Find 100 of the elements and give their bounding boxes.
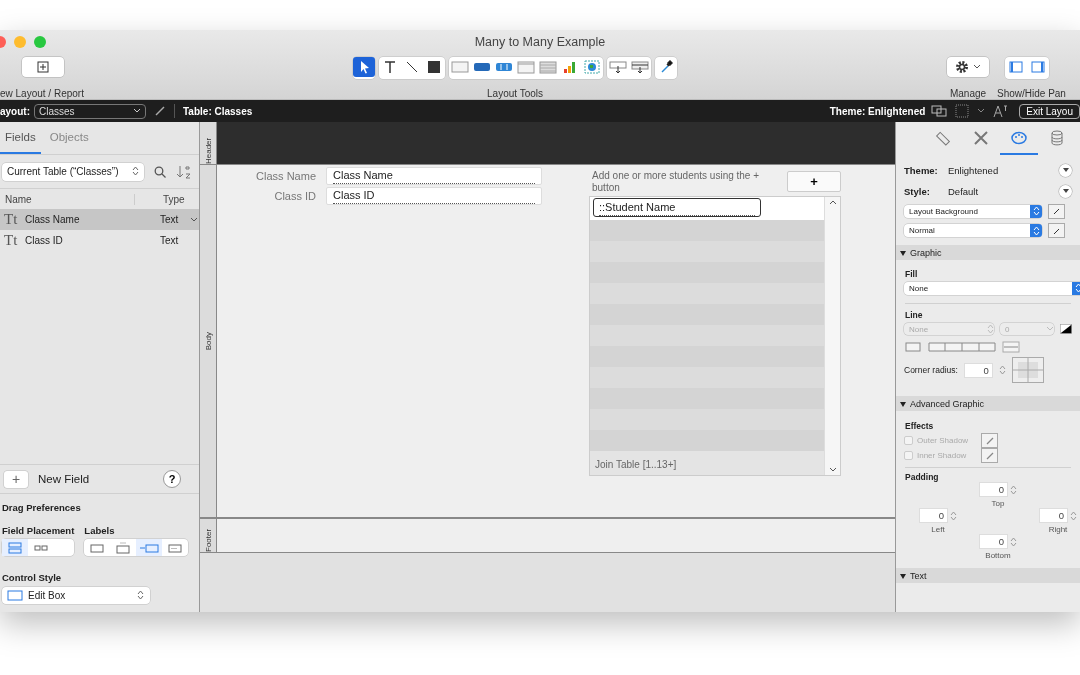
padding-field[interactable]: 0 (979, 534, 1008, 549)
toolbar-label: Manage (949, 88, 987, 99)
field-row[interactable]: Tt Class Name Text (0, 209, 199, 230)
stepper-icon (1032, 206, 1040, 216)
column-header: Type (162, 193, 186, 205)
globe-icon (584, 60, 600, 74)
toolbar-label: Layout Tools (487, 88, 543, 99)
overlap-icon (931, 105, 948, 117)
section-header[interactable]: Text (896, 568, 1080, 583)
corner-radius-field[interactable]: 0 (963, 362, 993, 378)
left-pane-icon (1009, 61, 1023, 73)
padding-field[interactable]: 0 (979, 482, 1008, 497)
eyedropper-icon (1051, 206, 1062, 216)
field-label: Class ID (273, 190, 317, 202)
corner-radius-label: Corner radius: (904, 365, 958, 375)
layout-field[interactable]: Class ID (326, 187, 542, 205)
theme-menu-button[interactable] (1059, 163, 1072, 177)
stepper-icon (998, 365, 1006, 375)
field-label: Class Name (255, 170, 317, 182)
stepper-icon (132, 165, 139, 176)
eyedropper-button[interactable] (1048, 223, 1065, 238)
padding-field[interactable]: 0 (1039, 508, 1068, 523)
dropdown-triangle-icon (1062, 189, 1069, 193)
label-position-option[interactable] (136, 539, 163, 556)
new-field-button[interactable]: + (4, 470, 28, 488)
control-style-select[interactable]: Edit Box (2, 587, 150, 604)
stepper-icon (1010, 536, 1017, 547)
corner-grid-icon (1011, 357, 1044, 383)
label-left-icon (139, 542, 160, 553)
new-field-label: New Field (38, 473, 90, 485)
layout-select[interactable]: Classes (34, 103, 146, 119)
edit-box-icon (7, 590, 23, 601)
column-header: Name (0, 193, 135, 205)
pencil-icon (984, 450, 995, 461)
theme-label: Theme: (904, 164, 939, 176)
stepper-icon (1032, 225, 1040, 236)
object-select[interactable]: Layout Background (904, 204, 1042, 218)
table-select[interactable]: Current Table (“Classes”) (2, 162, 144, 181)
new-layout-button[interactable] (21, 57, 64, 77)
portal-field[interactable]: ::Student Name (593, 198, 761, 217)
layout-label: ayout: (0, 105, 30, 117)
padding-label: Right (1048, 525, 1068, 534)
window-title: Many to Many Example (474, 34, 606, 49)
toolbar-label: Show/Hide Pan (997, 88, 1066, 99)
add-button[interactable]: + (787, 171, 841, 192)
line-label: Line (904, 310, 924, 320)
help-button[interactable]: ? (163, 470, 181, 488)
expanded-triangle-icon (899, 571, 907, 580)
fill-label: Fill (904, 269, 919, 279)
panel-tab[interactable]: Fields (0, 122, 41, 154)
zoom-button[interactable] (34, 35, 46, 48)
border-middle-icon (1002, 341, 1020, 353)
label-top-icon (116, 541, 131, 554)
chevron-down-icon (190, 216, 198, 223)
placement-option[interactable] (2, 539, 28, 556)
dropdown-triangle-icon (1062, 168, 1069, 172)
gear-icon (955, 60, 969, 74)
eyedropper-icon (659, 60, 673, 74)
padding-label: Bottom (985, 551, 1011, 560)
portal-caption: Add one or more students using the + button (591, 169, 761, 195)
effect-settings-button[interactable] (981, 433, 998, 448)
ruler-icon (935, 129, 951, 146)
state-select[interactable]: Normal (904, 224, 1042, 237)
expanded-triangle-icon (899, 399, 907, 408)
style-menu-button[interactable] (1059, 184, 1072, 198)
stepper-icon (137, 589, 144, 600)
stepper-icon (1070, 510, 1077, 521)
palette-icon (1011, 129, 1027, 146)
portal-footer: Join Table [1..13+] (590, 451, 824, 475)
control-style-label: Control Style (2, 572, 63, 583)
effect-settings-button[interactable] (981, 448, 998, 463)
search-icon (154, 165, 166, 178)
section-header[interactable]: Graphic (896, 245, 1080, 260)
part-label: Footer (203, 527, 213, 552)
side-by-side-fields-icon (34, 543, 48, 552)
effects-label: Effects (904, 421, 935, 431)
stacked-fields-icon (8, 541, 22, 554)
eyedropper-button[interactable] (1048, 203, 1065, 219)
padding-field[interactable]: 0 (919, 508, 948, 523)
theme-label: Theme: Enlightened (829, 105, 926, 117)
tab-control-tool-icon (517, 60, 535, 74)
button-bar-tool-icon (495, 60, 513, 74)
field-placement-label: Field Placement (2, 525, 75, 536)
pencil-icon (984, 435, 995, 446)
new-layout-icon (36, 61, 49, 73)
labels-label: Labels (84, 525, 116, 536)
insert-part-icon (631, 60, 649, 74)
sort-icon (176, 164, 192, 179)
field-row[interactable]: Tt Class ID Text (0, 230, 199, 251)
scroll-up-icon (828, 199, 837, 205)
manage-button[interactable] (947, 57, 989, 77)
pencil-icon (154, 105, 166, 117)
border-all-icon (904, 341, 922, 353)
exit-layout-button[interactable]: Exit Layou (1019, 103, 1080, 119)
bar-chart-icon (563, 60, 577, 74)
section-header[interactable]: Advanced Graphic (896, 396, 1080, 411)
layout-field[interactable]: Class Name (326, 167, 542, 185)
color-swatch-icon (1060, 321, 1072, 337)
fill-select[interactable]: None (904, 281, 1080, 295)
stepper-icon (987, 324, 994, 334)
